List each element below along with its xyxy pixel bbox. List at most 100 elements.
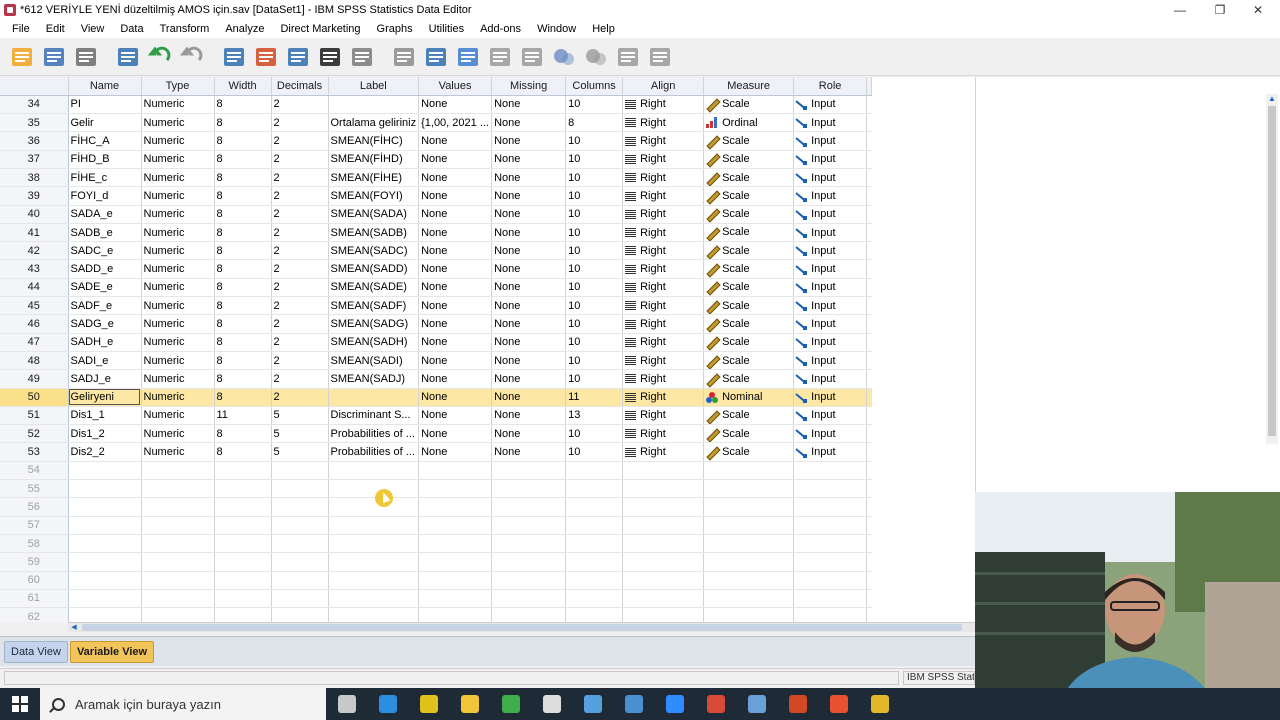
cell-missing[interactable]: None bbox=[491, 424, 567, 444]
cell-name[interactable]: SADA_e bbox=[68, 205, 142, 224]
column-header-values[interactable]: Values bbox=[418, 77, 493, 96]
vertical-scroll-thumb[interactable] bbox=[1268, 106, 1276, 436]
menu-data[interactable]: Data bbox=[112, 23, 151, 35]
cell-dec[interactable]: 5 bbox=[271, 442, 329, 462]
cell-dec[interactable]: 2 bbox=[271, 314, 329, 334]
cell-width[interactable]: 8 bbox=[214, 424, 272, 444]
empty-cell[interactable] bbox=[141, 589, 215, 609]
cell-width[interactable]: 8 bbox=[214, 259, 272, 279]
cell-missing[interactable]: None bbox=[491, 296, 567, 316]
cell-align[interactable]: Right bbox=[622, 406, 705, 426]
cell-align[interactable]: Right bbox=[622, 150, 705, 169]
cell-role[interactable]: Input bbox=[793, 314, 868, 334]
cell-align[interactable]: Right bbox=[622, 442, 705, 462]
cell-missing[interactable]: None bbox=[491, 259, 567, 279]
empty-cell[interactable] bbox=[214, 461, 272, 481]
chrome-icon[interactable] bbox=[408, 688, 449, 720]
empty-cell[interactable] bbox=[141, 571, 215, 590]
cell-align[interactable]: Right bbox=[622, 333, 705, 352]
empty-row[interactable]: 59 bbox=[0, 552, 872, 572]
cell-dec[interactable]: 2 bbox=[271, 186, 329, 206]
row-number[interactable]: 38 bbox=[0, 168, 69, 188]
empty-cell[interactable] bbox=[793, 479, 868, 499]
cell-name[interactable]: FOYI_d bbox=[68, 186, 142, 206]
cell-width[interactable]: 8 bbox=[214, 168, 272, 188]
cell-missing[interactable]: None bbox=[491, 333, 567, 352]
cell-width[interactable]: 11 bbox=[214, 406, 272, 426]
empty-cell[interactable] bbox=[141, 534, 215, 554]
column-header-missing[interactable]: Missing bbox=[491, 77, 567, 96]
cell-dec[interactable]: 2 bbox=[271, 205, 329, 224]
redo-icon[interactable] bbox=[178, 43, 206, 71]
empty-cell[interactable] bbox=[565, 571, 624, 590]
empty-cell[interactable] bbox=[214, 571, 272, 590]
empty-cell[interactable] bbox=[622, 461, 705, 481]
cell-missing[interactable]: None bbox=[491, 369, 567, 389]
row-number[interactable]: 39 bbox=[0, 186, 69, 206]
cell-values[interactable]: None bbox=[418, 333, 493, 352]
empty-cell[interactable] bbox=[418, 534, 493, 554]
cell-values[interactable]: None bbox=[418, 168, 493, 188]
cell-role[interactable]: Input bbox=[793, 333, 868, 352]
empty-cell[interactable] bbox=[418, 516, 493, 535]
empty-cell[interactable] bbox=[565, 497, 624, 517]
table-row[interactable]: 39 FOYI_d Numeric 8 2 SMEAN(FOYI) None None 10 Ri… bbox=[0, 186, 872, 206]
cell-role[interactable]: Input bbox=[793, 369, 868, 389]
menu-analyze[interactable]: Analyze bbox=[217, 23, 272, 35]
cell-align[interactable]: Right bbox=[622, 388, 705, 407]
empty-cell[interactable] bbox=[703, 479, 795, 499]
cell-values[interactable]: None bbox=[418, 314, 493, 334]
cell-cols[interactable]: 10 bbox=[565, 168, 624, 188]
cell-measure[interactable]: Scale bbox=[703, 442, 795, 462]
empty-cell[interactable] bbox=[271, 497, 329, 517]
column-header-role[interactable]: Role bbox=[793, 77, 868, 96]
empty-cell[interactable] bbox=[141, 497, 215, 517]
menu-edit[interactable]: Edit bbox=[38, 23, 73, 35]
use-sets-icon[interactable] bbox=[582, 43, 610, 71]
cell-name[interactable]: FİHC_A bbox=[68, 131, 142, 151]
empty-cell[interactable] bbox=[271, 589, 329, 609]
row-number[interactable]: 43 bbox=[0, 259, 69, 279]
empty-cell[interactable] bbox=[793, 552, 868, 572]
cell-measure[interactable]: Scale bbox=[703, 186, 795, 206]
vertical-scrollbar[interactable]: ▲ bbox=[1266, 94, 1278, 444]
column-header-name[interactable]: Name bbox=[68, 77, 142, 96]
empty-cell[interactable] bbox=[491, 589, 567, 609]
cell-name[interactable]: SADE_e bbox=[68, 278, 142, 298]
insert-variable-icon[interactable] bbox=[422, 43, 450, 71]
cell-measure[interactable]: Scale bbox=[703, 296, 795, 316]
empty-cell[interactable] bbox=[793, 534, 868, 554]
cell-dec[interactable]: 2 bbox=[271, 95, 329, 115]
cell-dec[interactable]: 2 bbox=[271, 351, 329, 371]
row-number[interactable]: 58 bbox=[0, 534, 69, 554]
empty-cell[interactable] bbox=[703, 607, 795, 622]
empty-cell[interactable] bbox=[141, 461, 215, 481]
cell-name[interactable]: Gelir bbox=[68, 113, 142, 133]
empty-cell[interactable] bbox=[565, 607, 624, 622]
camtasia-icon[interactable] bbox=[490, 688, 531, 720]
cell-dec[interactable]: 2 bbox=[271, 113, 329, 133]
cell-measure[interactable]: Scale bbox=[703, 150, 795, 169]
cell-align[interactable]: Right bbox=[622, 278, 705, 298]
cell-measure[interactable]: Scale bbox=[703, 205, 795, 224]
cell-missing[interactable]: None bbox=[491, 113, 567, 133]
cell-align[interactable]: Right bbox=[622, 95, 705, 115]
cell-label[interactable]: SMEAN(FİHE) bbox=[328, 168, 420, 188]
cell-dec[interactable]: 2 bbox=[271, 241, 329, 261]
cell-type[interactable]: Numeric bbox=[141, 150, 215, 169]
menu-help[interactable]: Help bbox=[584, 23, 623, 35]
row-number[interactable]: 35 bbox=[0, 113, 69, 133]
goto-variable-icon[interactable] bbox=[252, 43, 280, 71]
cell-cols[interactable]: 10 bbox=[565, 241, 624, 261]
cell-type[interactable]: Numeric bbox=[141, 223, 215, 243]
empty-cell[interactable] bbox=[68, 461, 142, 481]
cell-cols[interactable]: 10 bbox=[565, 351, 624, 371]
cell-values[interactable]: {1,00, 2021 ... bbox=[418, 113, 493, 133]
empty-cell[interactable] bbox=[565, 461, 624, 481]
cell-measure[interactable]: Scale bbox=[703, 168, 795, 188]
empty-cell[interactable] bbox=[703, 461, 795, 481]
cell-label[interactable]: Probabilities of ... bbox=[328, 424, 420, 444]
cell-role[interactable]: Input bbox=[793, 168, 868, 188]
empty-cell[interactable] bbox=[68, 571, 142, 590]
cell-values[interactable]: None bbox=[418, 442, 493, 462]
